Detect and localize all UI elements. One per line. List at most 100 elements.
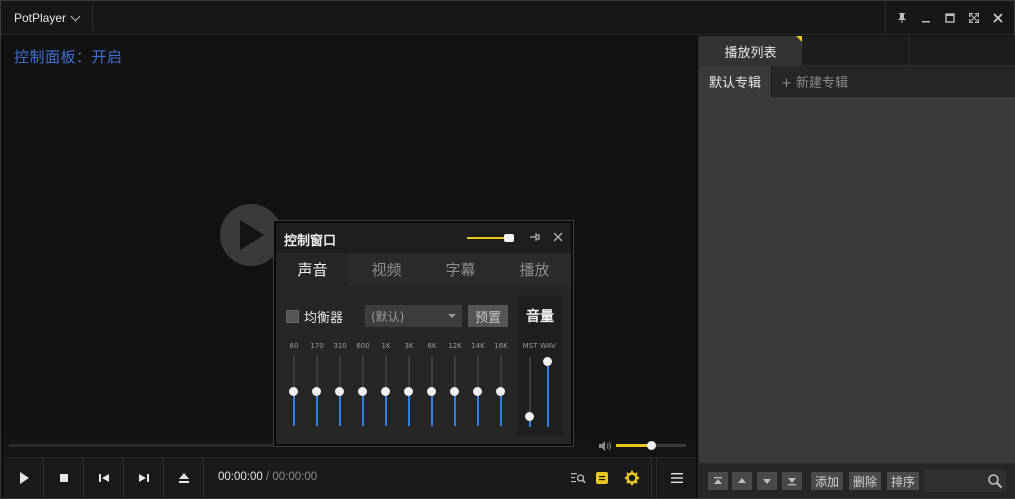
active-tab-marker [796, 36, 802, 42]
eject-button[interactable] [164, 458, 204, 498]
preset-button-label: 预置 [474, 310, 501, 326]
eq-band-label: 60 [289, 342, 299, 350]
big-play-button[interactable] [220, 204, 282, 266]
move-down-button[interactable] [757, 472, 777, 490]
minimize-button[interactable] [914, 6, 938, 30]
speaker-icon[interactable] [598, 439, 612, 453]
move-top-icon [714, 477, 722, 484]
volume-channel-slider[interactable] [542, 357, 554, 427]
control-panel-button[interactable] [612, 458, 652, 498]
eq-band-label: 310 [333, 342, 347, 350]
slider-knob[interactable] [404, 386, 413, 396]
arrow-down-icon [763, 479, 771, 484]
volume-channel-label: MST [522, 342, 538, 350]
opacity-knob[interactable] [504, 234, 514, 242]
slider-fill [477, 390, 479, 426]
slider-knob[interactable] [358, 386, 367, 396]
total-time: 00:00:00 [272, 471, 318, 483]
preset-dropdown[interactable]: (默认) [365, 305, 462, 327]
pin-on-top-button[interactable] [890, 6, 914, 30]
slider-knob[interactable] [289, 386, 298, 396]
delete-button[interactable]: 删除 [849, 472, 882, 490]
window-controls [885, 1, 1010, 35]
arrow-up-icon [738, 478, 746, 483]
maximize-button[interactable] [938, 6, 962, 30]
album-default[interactable]: 默认专辑 [699, 66, 773, 97]
eq-band-slider[interactable] [380, 356, 392, 426]
move-top-button[interactable] [708, 472, 728, 490]
tab-video[interactable]: 视频 [350, 253, 424, 286]
eject-icon [178, 473, 189, 483]
eq-band-slider[interactable] [403, 356, 415, 426]
slider-knob[interactable] [312, 386, 321, 396]
slider-fill [547, 361, 549, 427]
eq-band-slider[interactable] [426, 356, 438, 426]
eq-band-slider[interactable] [472, 356, 484, 426]
pin-icon[interactable] [528, 230, 542, 244]
fullscreen-icon [969, 13, 979, 23]
slider-knob[interactable] [543, 357, 552, 366]
tab-playback[interactable]: 播放 [498, 253, 571, 286]
note-icon [596, 472, 608, 484]
slider-knob[interactable] [427, 386, 436, 396]
eq-band-label: 12K [448, 342, 462, 350]
eq-band-slider[interactable] [334, 356, 346, 426]
control-window-titlebar[interactable]: 控制窗口 [276, 223, 571, 253]
fullscreen-button[interactable] [962, 6, 986, 30]
album-new-label: + 新建专辑 [781, 76, 849, 91]
current-time: 00:00:00 [218, 471, 263, 483]
equalizer-checkbox[interactable] [286, 310, 299, 323]
eq-band-slider[interactable] [288, 356, 300, 426]
slider-knob[interactable] [450, 386, 459, 396]
playlist-list[interactable] [699, 97, 1015, 463]
preset-button[interactable]: 预置 [468, 305, 508, 327]
osd-message: 控制面板：开启 [14, 48, 123, 66]
eq-band-slider[interactable] [311, 356, 323, 426]
preset-value: (默认) [371, 309, 405, 324]
previous-button[interactable] [84, 458, 124, 498]
tab-subtitle[interactable]: 字幕 [424, 253, 498, 286]
eq-band-slider[interactable] [449, 356, 461, 426]
album-new-button[interactable]: + 新建专辑 [771, 66, 858, 97]
add-button[interactable]: 添加 [811, 472, 844, 490]
volume-mixer: 音量 MST WAV [517, 295, 563, 436]
playlist-panel: 播放列表 默认专辑 + 新建专辑 添加 删除 排序 [698, 36, 1015, 498]
tab-audio[interactable]: 声音 [276, 253, 350, 286]
sort-label: 排序 [891, 474, 916, 489]
slider-fill [431, 390, 433, 426]
close-icon[interactable] [551, 230, 565, 244]
equalizer-label: 均衡器 [304, 311, 344, 326]
move-bottom-button[interactable] [782, 472, 802, 490]
main-menu-button[interactable] [656, 458, 696, 498]
slider-knob[interactable] [335, 386, 344, 396]
play-button[interactable] [4, 458, 44, 498]
control-window-title: 控制窗口 [284, 234, 337, 249]
pin-icon [898, 13, 906, 23]
eq-band-slider[interactable] [357, 356, 369, 426]
next-button[interactable] [124, 458, 164, 498]
eq-band-slider[interactable] [495, 356, 507, 426]
tab-playlist[interactable]: 播放列表 [699, 36, 803, 66]
slider-knob[interactable] [473, 386, 482, 396]
move-up-button[interactable] [732, 472, 752, 490]
slider-knob[interactable] [381, 386, 390, 396]
sort-button[interactable]: 排序 [887, 472, 920, 490]
control-bar: 00:00:00 / 00:00:00 [4, 457, 696, 498]
chevron-down-icon [448, 314, 456, 318]
slider-knob[interactable] [496, 386, 505, 396]
maximize-icon [945, 13, 955, 23]
gear-icon [624, 470, 639, 486]
playlist-search-input[interactable] [924, 470, 1006, 492]
volume-knob[interactable] [647, 441, 656, 450]
move-bottom-icon [788, 478, 796, 486]
volume-channel-slider[interactable] [524, 357, 536, 427]
app-menu-button[interactable]: PotPlayer [5, 5, 93, 31]
slider-knob[interactable] [525, 411, 534, 421]
title-bar: PotPlayer [1, 1, 1014, 35]
volume-slider[interactable] [616, 441, 686, 450]
tab-empty[interactable] [803, 36, 909, 66]
close-button[interactable] [986, 6, 1010, 30]
search-icon[interactable] [987, 473, 1003, 489]
eq-band-label: 600 [356, 342, 370, 350]
stop-button[interactable] [44, 458, 84, 498]
